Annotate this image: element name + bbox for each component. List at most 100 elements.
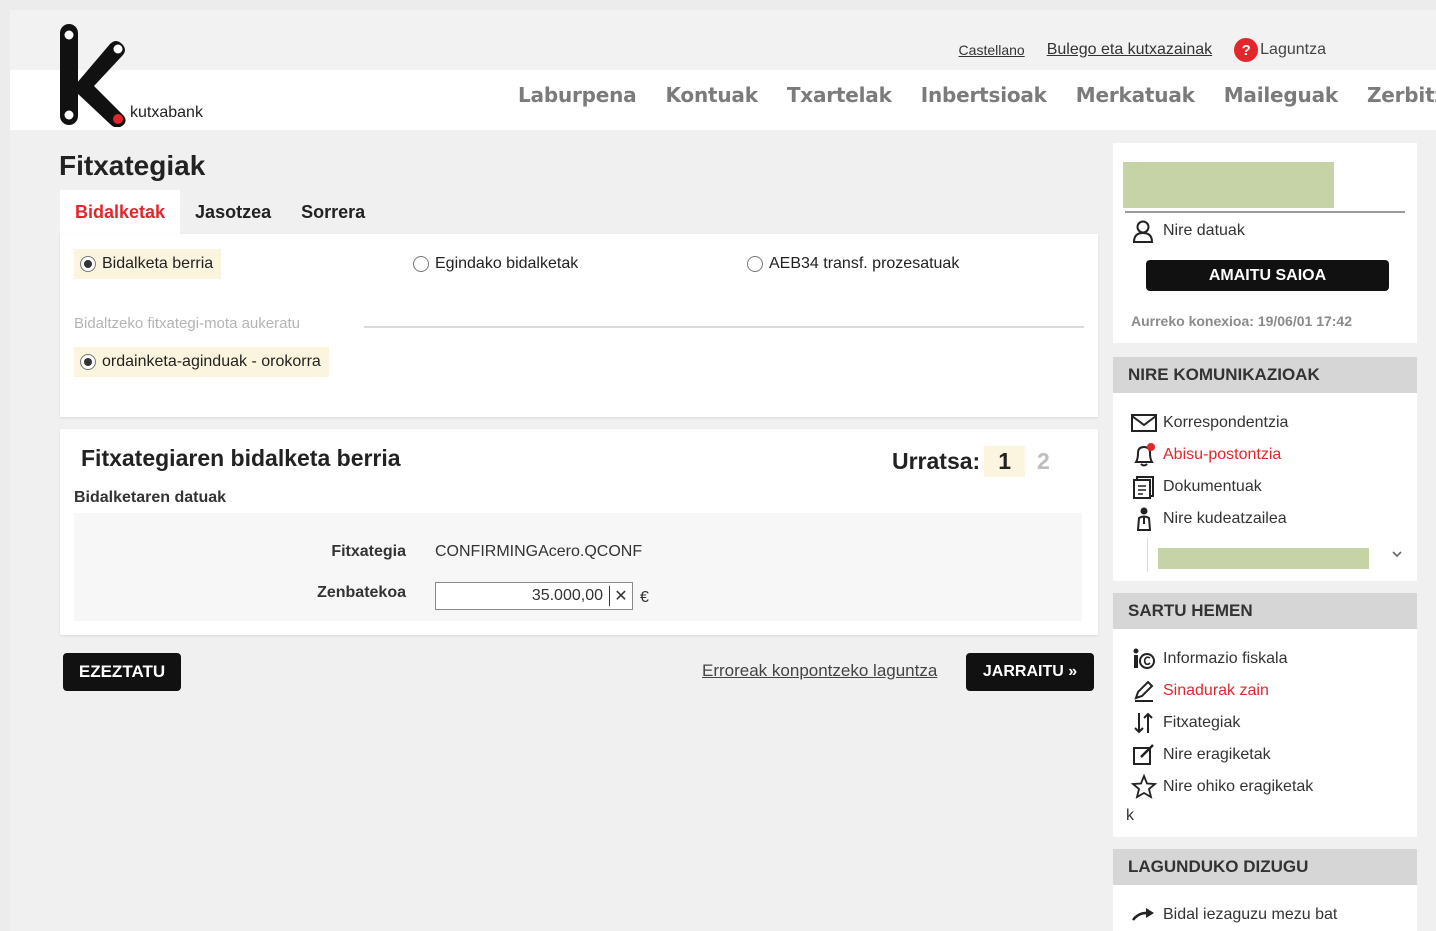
send-form-panel: Fitxategiaren bidalketa berria Urratsa: … (60, 429, 1098, 635)
redacted-manager-block (1158, 548, 1369, 569)
options-panel: Bidalketa berria Egindako bidalketak AEB… (60, 234, 1098, 417)
offices-link[interactable]: Bulego eta kutxazainak (1047, 41, 1212, 59)
sidebar-item-documents[interactable]: Dokumentuak (1131, 474, 1262, 500)
radio-selected-icon (80, 256, 96, 272)
nav-item-maileguak[interactable]: Maileguak (1224, 83, 1338, 107)
tab-bar: Bidalketak Jasotzea Sorrera (60, 190, 380, 234)
step-indicator: Urratsa: 1 2 (892, 446, 1062, 477)
sidebar-item-send-message[interactable]: Bidal iezaguzu mezu bat (1131, 902, 1337, 928)
alerts-label: Abisu-postontzia (1163, 446, 1282, 463)
radio-aeb34-label: AEB34 transf. prozesatuak (769, 255, 960, 272)
main-nav: Laburpena Kontuak Txartelak Inbertsioak … (518, 83, 1436, 107)
radio-aeb34[interactable]: AEB34 transf. prozesatuak (747, 255, 959, 273)
documents-label: Dokumentuak (1163, 478, 1262, 495)
help-question-icon: ? (1234, 38, 1259, 62)
step-current: 1 (984, 446, 1026, 477)
sidebar-item-favorites[interactable]: Nire ohiko eragiketak (1131, 774, 1313, 800)
last-connection: Aurreko konexioa: 19/06/01 17:42 (1131, 313, 1353, 329)
currency-symbol: € (640, 589, 649, 606)
radio-file-type[interactable]: ordainketa-aginduak - orokorra (74, 347, 329, 377)
k-logo-icon (60, 24, 126, 128)
sidebar-item-alerts[interactable]: Abisu-postontzia (1131, 442, 1281, 468)
top-links: Castellano Bulego eta kutxazainak ? Lagu… (959, 38, 1326, 62)
user-divider (1125, 211, 1405, 213)
help-header: LAGUNDUKO DIZUGU (1113, 849, 1417, 885)
nav-item-kontuak[interactable]: Kontuak (665, 83, 758, 107)
logout-button[interactable]: AMAITU SAIOA (1146, 260, 1389, 291)
files-label: Fitxategiak (1163, 714, 1241, 731)
nav-item-inbertsioak[interactable]: Inbertsioak (921, 83, 1047, 107)
help-label: Laguntza (1260, 41, 1326, 58)
nav-item-txartelak[interactable]: Txartelak (787, 83, 892, 107)
correspondence-label: Korrespondentzia (1163, 414, 1289, 431)
stray-character: k (1126, 807, 1134, 824)
tax-info-icon (1131, 646, 1157, 672)
nav-item-laburpena[interactable]: Laburpena (518, 83, 637, 107)
tax-info-label: Informazio fiskala (1163, 650, 1288, 667)
envelope-icon (1131, 410, 1157, 436)
sidebar-item-tax-info[interactable]: Informazio fiskala (1131, 646, 1288, 672)
logo-text: kutxabank (130, 104, 203, 121)
radio-selected-icon (80, 354, 96, 370)
amount-label: Zenbatekoa (317, 584, 406, 601)
tab-sorrera[interactable]: Sorrera (286, 190, 380, 234)
sidebar-item-manager[interactable]: Nire kudeatzailea (1131, 506, 1287, 532)
manager-label: Nire kudeatzailea (1163, 510, 1287, 527)
page-title: Fitxategiak (59, 150, 206, 181)
send-message-label: Bidal iezaguzu mezu bat (1163, 906, 1338, 923)
cancel-button[interactable]: EZEZTATU (63, 653, 181, 691)
redacted-name-block (1123, 162, 1334, 208)
form-subtitle: Bidalketaren datuak (74, 489, 227, 506)
page: kutxabank Castellano Bulego eta kutxazai… (10, 10, 1436, 931)
my-operations-label: Nire eragiketak (1163, 746, 1271, 763)
access-header: SARTU HEMEN (1113, 593, 1417, 629)
star-icon (1131, 774, 1157, 800)
manager-select[interactable] (1147, 538, 1407, 572)
nav-item-merkatuak[interactable]: Merkatuak (1076, 83, 1195, 107)
sidebar-item-my-operations[interactable]: Nire eragiketak (1131, 742, 1271, 768)
file-value: CONFIRMINGAcero.QCONF (435, 543, 643, 560)
radio-new-send[interactable]: Bidalketa berria (74, 249, 222, 279)
sidebar-item-correspondence[interactable]: Korrespondentzia (1131, 410, 1288, 436)
form-title: Fitxategiaren bidalketa berria (81, 445, 401, 471)
transfer-arrows-icon (1131, 710, 1157, 736)
document-icon (1131, 474, 1157, 500)
file-type-label: Bidaltzeko fitxategi-mota aukeratu (74, 315, 300, 332)
pending-signatures-label: Sinadurak zain (1163, 682, 1269, 699)
radio-new-send-label: Bidalketa berria (102, 255, 214, 272)
favorites-label: Nire ohiko eragiketak (1163, 778, 1314, 795)
step-label: Urratsa: (892, 448, 981, 474)
user-box: Nire datuak AMAITU SAIOA Aurreko konexio… (1113, 143, 1417, 343)
radio-sent-files[interactable]: Egindako bidalketak (413, 255, 578, 273)
comms-header: NIRE KOMUNIKAZIOAK (1113, 357, 1417, 393)
edit-square-icon (1131, 742, 1157, 768)
tab-jasotzea[interactable]: Jasotzea (180, 190, 286, 234)
form-fields: Fitxategia CONFIRMINGAcero.QCONF Zenbate… (74, 513, 1082, 621)
sidebar-item-files[interactable]: Fitxategiak (1131, 710, 1240, 736)
step-next: 2 (1037, 448, 1050, 474)
clear-icon[interactable]: ✕ (610, 586, 632, 606)
language-link[interactable]: Castellano (959, 42, 1025, 58)
error-help-link[interactable]: Erroreak konpontzeko laguntza (702, 661, 937, 681)
user-icon (1132, 220, 1154, 243)
chevron-down-icon (1392, 551, 1402, 558)
my-data-link[interactable]: Nire datuak (1131, 218, 1245, 244)
pen-icon (1131, 678, 1157, 704)
nav-item-zerbitzuak[interactable]: Zerbitzuak (1367, 83, 1436, 107)
manager-icon (1131, 506, 1157, 532)
bell-icon (1131, 442, 1157, 468)
arrow-right-icon (1131, 902, 1157, 928)
tab-bidalketak[interactable]: Bidalketak (60, 190, 181, 234)
my-data-label: Nire datuak (1163, 222, 1245, 239)
sidebar-item-pending-signatures[interactable]: Sinadurak zain (1131, 678, 1269, 704)
help-link[interactable]: ? Laguntza (1234, 38, 1326, 62)
radio-empty-icon (747, 256, 763, 272)
radio-sent-files-label: Egindako bidalketak (435, 255, 579, 272)
continue-button[interactable]: JARRAITU » (966, 653, 1094, 691)
radio-empty-icon (413, 256, 429, 272)
radio-file-type-label: ordainketa-aginduak - orokorra (102, 353, 321, 370)
section-divider (364, 326, 1084, 328)
amount-input[interactable]: 35.000,00 ✕ (435, 582, 633, 610)
file-label: Fitxategia (331, 543, 406, 560)
amount-value: 35.000,00 (532, 586, 610, 606)
